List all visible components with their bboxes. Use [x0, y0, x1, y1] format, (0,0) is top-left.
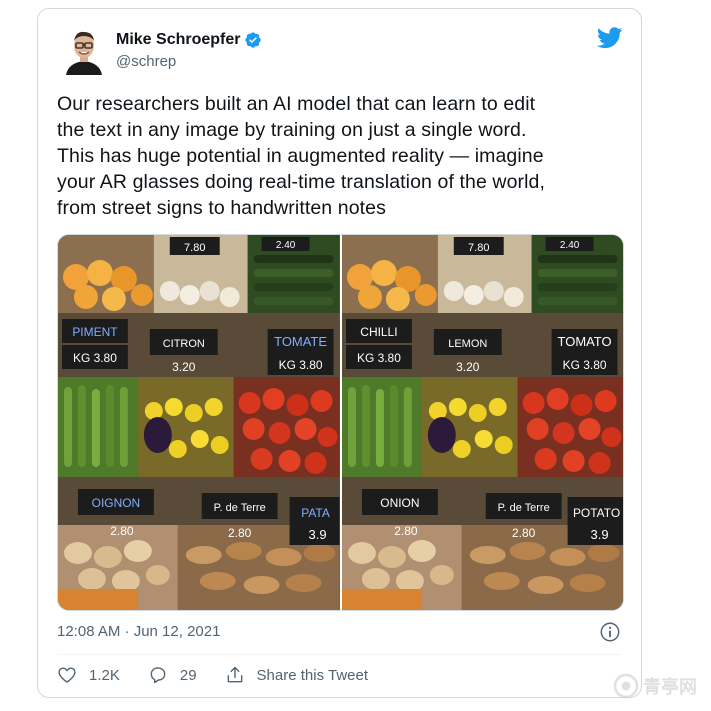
sign-label: CITRON: [163, 338, 205, 350]
price-label: 2.80: [512, 526, 536, 540]
heart-icon: [58, 667, 76, 683]
watermark-text: 青亭网: [643, 677, 697, 697]
tweet-media[interactable]: PIMENT KG 3.80 CITRON 3.20 TOMATE KG 3.8…: [57, 234, 624, 611]
price-label: 3.20: [172, 360, 196, 374]
action-bar: 1.2K 29 Share this Tweet: [57, 665, 396, 685]
reply-count: 29: [179, 666, 197, 684]
price-label: 7.80: [184, 242, 205, 254]
price-label: 2.80: [394, 524, 418, 538]
price-label: 2.80: [228, 526, 252, 540]
price-label: KG 3.80: [279, 358, 323, 372]
avatar[interactable]: [62, 27, 106, 75]
market-stall-edited: CHILLI KG 3.80 LEMON 3.20 TOMATO KG 3.80…: [341, 235, 623, 610]
price-label: KG 3.80: [73, 351, 117, 365]
author-row[interactable]: Mike Schroepfer: [116, 31, 262, 49]
twitter-bird-icon[interactable]: [597, 27, 623, 49]
share-button[interactable]: Share this Tweet: [225, 665, 368, 685]
sign-label: TOMATO: [557, 334, 611, 349]
sign-label: P. de Terre: [214, 502, 266, 514]
tweet-timestamp[interactable]: 12:08 AM · Jun 12, 2021: [57, 623, 220, 640]
price-label: 7.80: [468, 242, 489, 254]
like-count: 1.2K: [89, 666, 120, 684]
share-icon: [227, 666, 242, 683]
reply-button[interactable]: 29: [148, 665, 197, 685]
image-original[interactable]: PIMENT KG 3.80 CITRON 3.20 TOMATE KG 3.8…: [58, 235, 340, 610]
like-button[interactable]: 1.2K: [57, 665, 120, 685]
sign-label: ONION: [380, 496, 419, 510]
sign-label: CHILLI: [360, 325, 397, 339]
author-handle[interactable]: @schrep: [116, 53, 176, 70]
price-label: KG 3.80: [356, 351, 400, 365]
price-label: 3.9: [590, 527, 608, 542]
price-label: 3.20: [456, 360, 480, 374]
author-name[interactable]: Mike Schroepfer: [116, 31, 240, 49]
market-stall-original: PIMENT KG 3.80 CITRON 3.20 TOMATE KG 3.8…: [58, 235, 340, 610]
reply-icon: [150, 667, 166, 684]
share-label: Share this Tweet: [256, 666, 368, 684]
sign-label: PATA: [301, 506, 330, 520]
watermark-logo: [613, 673, 639, 699]
verified-badge-icon: [245, 32, 262, 48]
divider: [57, 654, 622, 655]
sign-label: P. de Terre: [497, 502, 549, 514]
price-label: 2.40: [559, 240, 579, 251]
sign-label: POTATO: [572, 506, 619, 520]
tweet-card: Mike Schroepfer @schrep Our researchers …: [37, 8, 642, 698]
watermark: 青亭网: [613, 673, 697, 699]
price-label: KG 3.80: [562, 358, 606, 372]
sign-label: TOMATE: [274, 334, 327, 349]
image-edited[interactable]: CHILLI KG 3.80 LEMON 3.20 TOMATO KG 3.80…: [341, 235, 623, 610]
price-label: 2.80: [110, 524, 134, 538]
price-label: 2.40: [276, 240, 296, 251]
price-label: 3.9: [309, 527, 327, 542]
info-icon[interactable]: [599, 621, 621, 643]
sign-label: PIMENT: [72, 325, 118, 339]
sign-label: OIGNON: [92, 496, 141, 510]
sign-label: LEMON: [448, 338, 487, 350]
tweet-text: Our researchers built an AI model that c…: [57, 93, 546, 219]
